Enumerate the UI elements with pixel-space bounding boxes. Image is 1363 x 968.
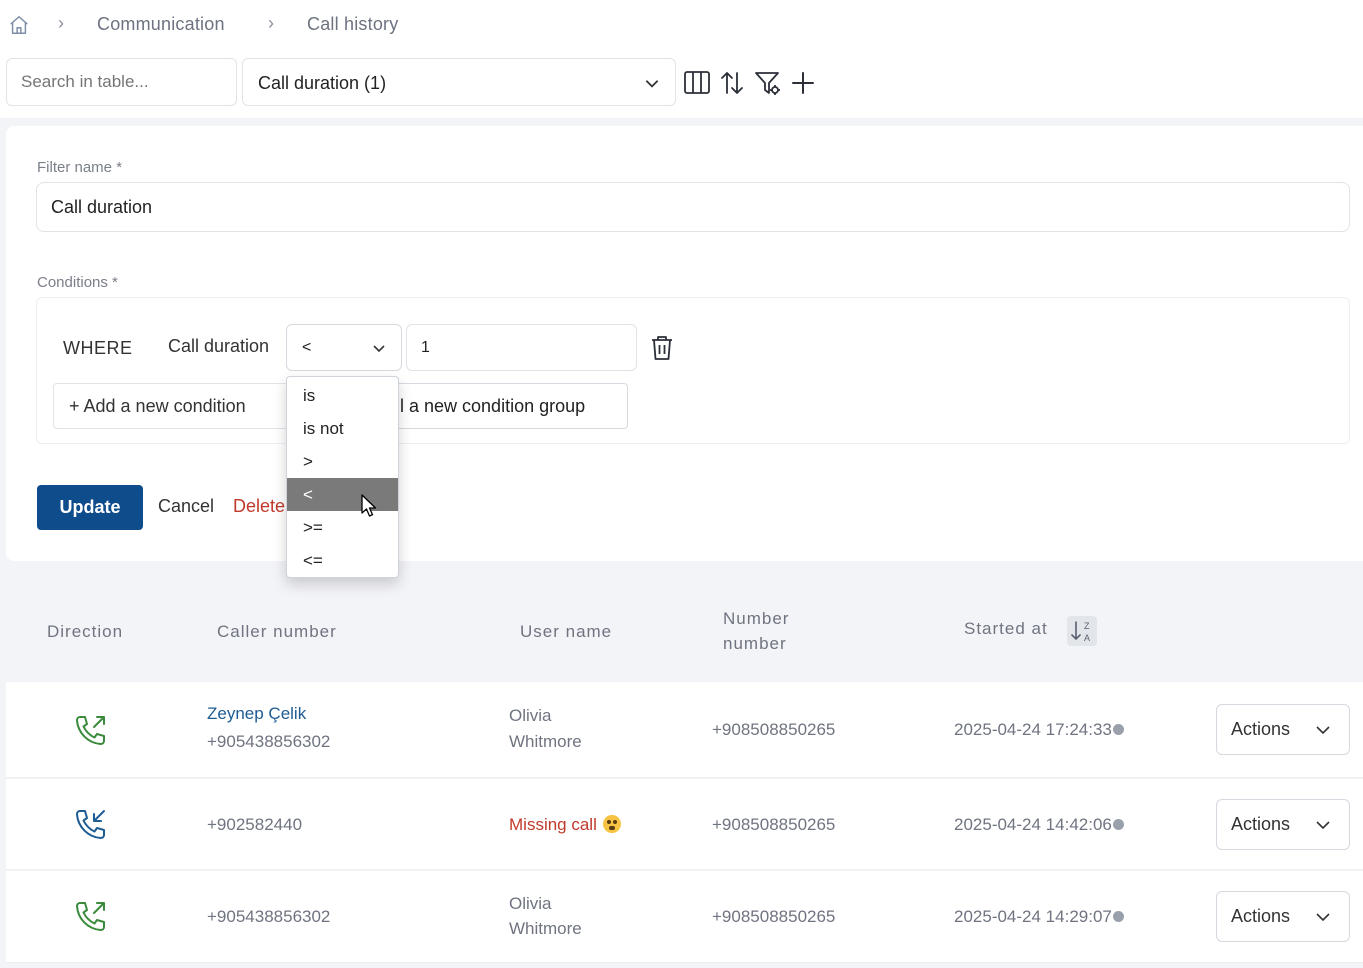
actions-label: Actions xyxy=(1231,906,1291,926)
filter-name-input[interactable]: Call duration xyxy=(36,182,1350,232)
breadcrumb-call-history: Call history xyxy=(307,14,399,34)
caller-number: +905438856302 xyxy=(207,732,331,751)
filter-settings-icon[interactable] xyxy=(754,69,782,97)
header-caller-number[interactable]: Caller number xyxy=(217,622,337,642)
user-name-line2: Whitmore xyxy=(509,732,582,751)
info-icon[interactable] xyxy=(1112,724,1124,736)
operator-option-gt[interactable]: > xyxy=(287,445,398,478)
caller-number: +905438856302 xyxy=(207,907,331,926)
saved-filter-label: Call duration (1) xyxy=(258,73,387,93)
header-user-name[interactable]: User name xyxy=(520,622,612,642)
add-condition-button[interactable]: + Add a new condition xyxy=(53,383,289,429)
chevron-right-icon: › xyxy=(58,13,64,33)
filter-editor-panel: Filter name * Call duration Conditions *… xyxy=(6,126,1363,561)
outgoing-call-icon xyxy=(76,902,105,931)
started-at: 2025-04-24 14:29:07 xyxy=(954,907,1124,927)
home-icon[interactable] xyxy=(8,14,30,36)
table-row: +902582440 Missing call +908508850265 20… xyxy=(6,779,1363,870)
chevron-down-icon xyxy=(373,345,385,353)
chevron-down-icon xyxy=(1316,913,1330,922)
user-name-line1: Olivia xyxy=(509,706,552,725)
conditions-box: WHERE Call duration < 1 + Add a new cond… xyxy=(36,297,1350,444)
header-number-line2[interactable]: number xyxy=(723,634,787,654)
table-toolbar: Call duration (1) xyxy=(0,50,1363,118)
add-icon[interactable] xyxy=(789,69,817,97)
columns-icon[interactable] xyxy=(683,69,711,97)
chevron-down-icon xyxy=(1316,821,1330,830)
filter-name-label: Filter name * xyxy=(37,159,123,176)
called-number: +908508850265 xyxy=(712,907,836,926)
caller-number: +902582440 xyxy=(207,815,303,834)
operator-option-gte[interactable]: >= xyxy=(287,511,398,544)
user-name-line2: Whitmore xyxy=(509,919,582,938)
condition-field[interactable]: Call duration xyxy=(168,336,269,357)
actions-label: Actions xyxy=(1231,719,1291,739)
worried-face-icon xyxy=(602,814,621,833)
actions-button[interactable]: Actions xyxy=(1216,704,1350,755)
header-number-line1[interactable]: Number xyxy=(723,609,789,629)
mouse-cursor-icon xyxy=(361,494,377,517)
chevron-down-icon xyxy=(645,80,659,88)
actions-button[interactable]: Actions xyxy=(1216,799,1350,850)
breadcrumb: › Communication › Call history xyxy=(0,0,1363,50)
called-number: +908508850265 xyxy=(712,815,836,834)
outgoing-call-icon xyxy=(76,716,105,745)
header-started-at[interactable]: Started at xyxy=(964,619,1048,639)
table-row: +905438856302 Olivia Whitmore +908508850… xyxy=(6,871,1363,963)
operator-option-is-not[interactable]: is not xyxy=(287,412,398,445)
svg-text:A: A xyxy=(1084,633,1090,643)
info-icon[interactable] xyxy=(1112,911,1124,923)
sort-icon[interactable] xyxy=(718,69,746,97)
incoming-call-icon xyxy=(76,810,105,839)
chevron-down-icon xyxy=(1316,726,1330,735)
sort-za-icon[interactable]: Z A xyxy=(1067,616,1097,646)
svg-text:Z: Z xyxy=(1084,621,1090,631)
saved-filter-select[interactable]: Call duration (1) xyxy=(242,58,676,106)
breadcrumb-communication[interactable]: Communication xyxy=(97,14,225,35)
operator-value: < xyxy=(302,339,312,356)
caller-name-link[interactable]: Zeynep Çelik xyxy=(207,704,306,724)
called-number: +908508850265 xyxy=(712,720,836,739)
operator-select[interactable]: < xyxy=(286,324,402,371)
missing-call-label: Missing call xyxy=(509,814,621,835)
table-row: Zeynep Çelik +905438856302 Olivia Whitmo… xyxy=(6,682,1363,778)
operator-option-lte[interactable]: <= xyxy=(287,544,398,577)
user-name-line1: Olivia xyxy=(509,894,552,913)
operator-dropdown-menu: is is not > < >= <= xyxy=(286,376,399,578)
header-direction[interactable]: Direction xyxy=(47,622,123,642)
info-icon[interactable] xyxy=(1112,819,1124,831)
operator-option-is[interactable]: is xyxy=(287,379,398,412)
condition-value-input[interactable]: 1 xyxy=(406,324,637,371)
started-at: 2025-04-24 17:24:33 xyxy=(954,720,1124,740)
actions-button[interactable]: Actions xyxy=(1216,891,1350,942)
where-keyword: WHERE xyxy=(63,338,133,358)
actions-label: Actions xyxy=(1231,814,1291,834)
delete-button[interactable]: Delete xyxy=(233,496,285,517)
started-at: 2025-04-24 14:42:06 xyxy=(954,815,1124,835)
update-button[interactable]: Update xyxy=(37,485,143,530)
operator-option-lt[interactable]: < xyxy=(287,478,398,511)
table-header: Direction Caller number User name Number… xyxy=(6,580,1363,682)
chevron-right-icon: › xyxy=(268,13,274,33)
trash-icon[interactable] xyxy=(649,334,675,362)
cancel-button[interactable]: Cancel xyxy=(158,496,214,517)
conditions-label: Conditions * xyxy=(37,274,118,291)
add-condition-group-button[interactable]: l a new condition group xyxy=(383,383,628,429)
search-input[interactable] xyxy=(6,58,237,106)
